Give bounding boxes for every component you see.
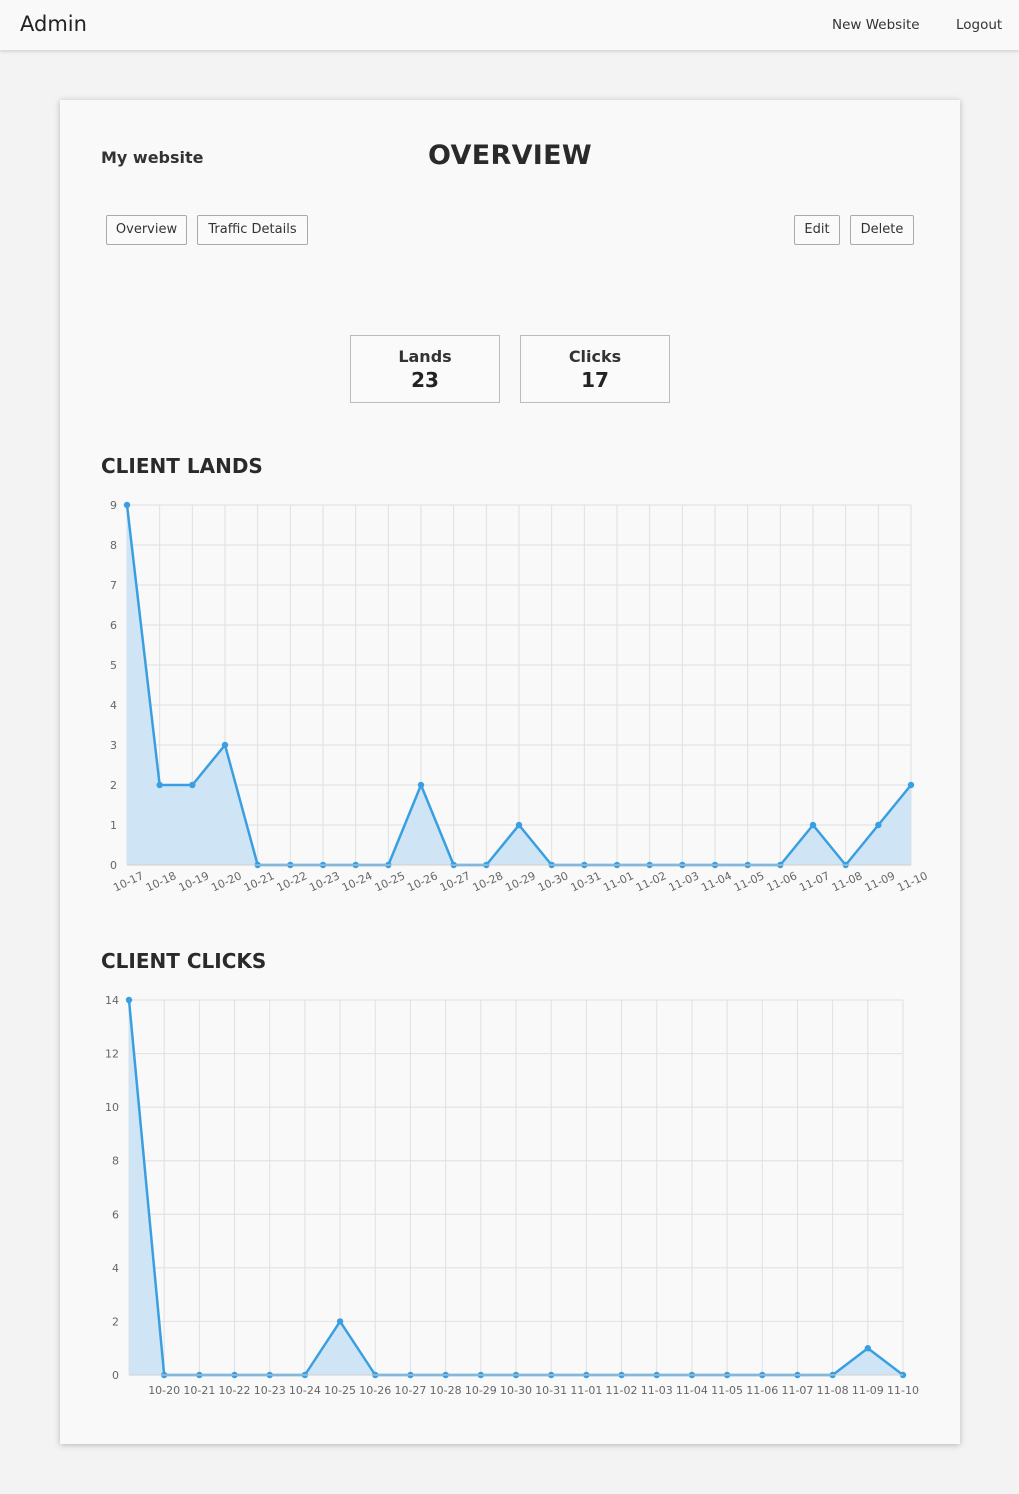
x-tick-label: 10-28 xyxy=(471,869,505,894)
client-clicks-title: CLIENT CLICKS xyxy=(101,949,267,973)
x-tick-label: 11-04 xyxy=(699,869,733,894)
data-point xyxy=(189,781,196,789)
data-point xyxy=(123,501,131,509)
y-tick-label: 3 xyxy=(110,739,117,752)
x-tick-label: 11-03 xyxy=(641,1384,673,1397)
x-tick-label: 11-06 xyxy=(746,1384,778,1397)
y-tick-label: 2 xyxy=(110,779,117,792)
clicks-stat-value: 17 xyxy=(581,368,609,392)
x-tick-label: 10-21 xyxy=(242,869,276,894)
new-website-link[interactable]: New Website xyxy=(832,17,920,33)
x-tick-label: 10-29 xyxy=(465,1384,497,1397)
x-tick-label: 10-30 xyxy=(536,869,570,894)
data-point xyxy=(907,781,915,789)
data-point xyxy=(864,1345,872,1352)
y-tick-label: 14 xyxy=(105,994,119,1007)
x-tick-label: 10-20 xyxy=(209,869,243,894)
x-tick-label: 10-24 xyxy=(340,869,374,894)
data-point xyxy=(156,781,163,789)
y-tick-label: 7 xyxy=(110,579,117,592)
x-tick-label: 10-22 xyxy=(219,1384,251,1397)
chart-grid xyxy=(128,999,904,1376)
x-tick-label: 11-01 xyxy=(601,869,635,894)
data-point xyxy=(809,821,817,829)
x-tick-label: 11-08 xyxy=(830,869,864,894)
x-tick-label: 10-17 xyxy=(111,869,145,894)
data-point xyxy=(515,821,523,829)
data-point xyxy=(221,741,229,749)
x-tick-label: 10-27 xyxy=(394,1384,426,1397)
lands-stat-box: Lands 23 xyxy=(350,335,500,403)
x-tick-label: 11-02 xyxy=(634,869,668,894)
traffic-details-button[interactable]: Traffic Details xyxy=(197,215,308,245)
x-tick-label: 10-28 xyxy=(430,1384,462,1397)
y-tick-label: 2 xyxy=(112,1315,119,1328)
y-tick-label: 10 xyxy=(105,1101,119,1114)
x-tick-label: 10-21 xyxy=(183,1384,215,1397)
clicks-stat-box: Clicks 17 xyxy=(520,335,670,403)
x-tick-label: 10-23 xyxy=(254,1384,286,1397)
x-tick-label: 11-09 xyxy=(863,869,897,894)
data-point xyxy=(875,821,882,829)
data-point xyxy=(417,781,425,789)
x-tick-label: 11-05 xyxy=(732,869,766,894)
overview-button[interactable]: Overview xyxy=(106,215,187,245)
x-tick-label: 10-24 xyxy=(289,1384,321,1397)
x-tick-label: 10-18 xyxy=(144,869,178,894)
y-tick-label: 1 xyxy=(110,819,117,832)
x-tick-label: 11-04 xyxy=(676,1384,708,1397)
y-tick-label: 8 xyxy=(110,539,117,552)
x-tick-label: 11-07 xyxy=(797,869,831,894)
x-tick-label: 10-25 xyxy=(324,1384,356,1397)
y-tick-label: 6 xyxy=(112,1208,119,1221)
data-point xyxy=(336,1318,344,1325)
y-tick-label: 8 xyxy=(112,1155,119,1168)
chart-grid xyxy=(126,504,912,866)
client-lands-title: CLIENT LANDS xyxy=(101,454,263,478)
y-tick-label: 6 xyxy=(110,619,117,632)
x-tick-label: 10-26 xyxy=(359,1384,391,1397)
y-tick-label: 9 xyxy=(110,499,117,512)
x-tick-label: 10-26 xyxy=(405,869,439,894)
top-navbar: Admin New Website Logout xyxy=(0,0,1019,50)
x-tick-label: 11-03 xyxy=(667,869,701,894)
y-tick-label: 0 xyxy=(110,859,117,872)
delete-button[interactable]: Delete xyxy=(850,215,914,245)
client-clicks-chart: 0246810121410-20 10-21 10-22 10-23 10-24 10-2… xyxy=(105,994,919,1397)
y-tick-label: 12 xyxy=(105,1048,119,1061)
x-tick-label: 10-25 xyxy=(373,869,407,894)
clicks-stat-label: Clicks xyxy=(568,347,622,366)
overview-card: My website OVERVIEW Overview Traffic Det… xyxy=(60,100,960,1444)
logout-link[interactable]: Logout xyxy=(956,17,1002,33)
x-tick-label: 10-19 xyxy=(177,869,211,894)
lands-stat-label: Lands xyxy=(398,347,452,366)
x-tick-label: 11-06 xyxy=(765,869,799,894)
x-tick-label: 11-05 xyxy=(711,1384,743,1397)
x-tick-label: 11-02 xyxy=(606,1384,638,1397)
x-tick-label: 11-10 xyxy=(895,869,929,894)
x-tick-label: 10-29 xyxy=(503,869,537,894)
y-tick-label: 4 xyxy=(112,1262,119,1275)
page-title: OVERVIEW xyxy=(428,140,592,171)
x-tick-label: 10-22 xyxy=(275,869,309,894)
data-point xyxy=(125,996,133,1004)
edit-button[interactable]: Edit xyxy=(794,215,840,245)
client-lands-chart: 0 1 2 3 4 5 6 7 8 9 10-1710-1810-1910-2010-2110-22… xyxy=(110,499,930,894)
y-tick-label: 0 xyxy=(112,1369,119,1382)
x-tick-label: 11-09 xyxy=(852,1384,884,1397)
brand-title[interactable]: Admin xyxy=(20,12,87,36)
x-tick-label: 10-20 xyxy=(148,1384,180,1397)
x-tick-label: 11-10 xyxy=(887,1384,919,1397)
x-tick-label: 10-30 xyxy=(500,1384,532,1397)
x-tick-label: 10-23 xyxy=(307,869,341,894)
x-tick-label: 11-01 xyxy=(570,1384,602,1397)
x-tick-label: 10-27 xyxy=(438,869,472,894)
x-tick-label: 10-31 xyxy=(535,1384,567,1397)
x-tick-label: 11-07 xyxy=(781,1384,813,1397)
y-tick-label: 4 xyxy=(110,699,117,712)
x-tick-label: 10-31 xyxy=(569,869,603,894)
y-tick-label: 5 xyxy=(110,659,117,672)
lands-stat-value: 23 xyxy=(411,368,439,392)
x-tick-label: 11-08 xyxy=(817,1384,849,1397)
